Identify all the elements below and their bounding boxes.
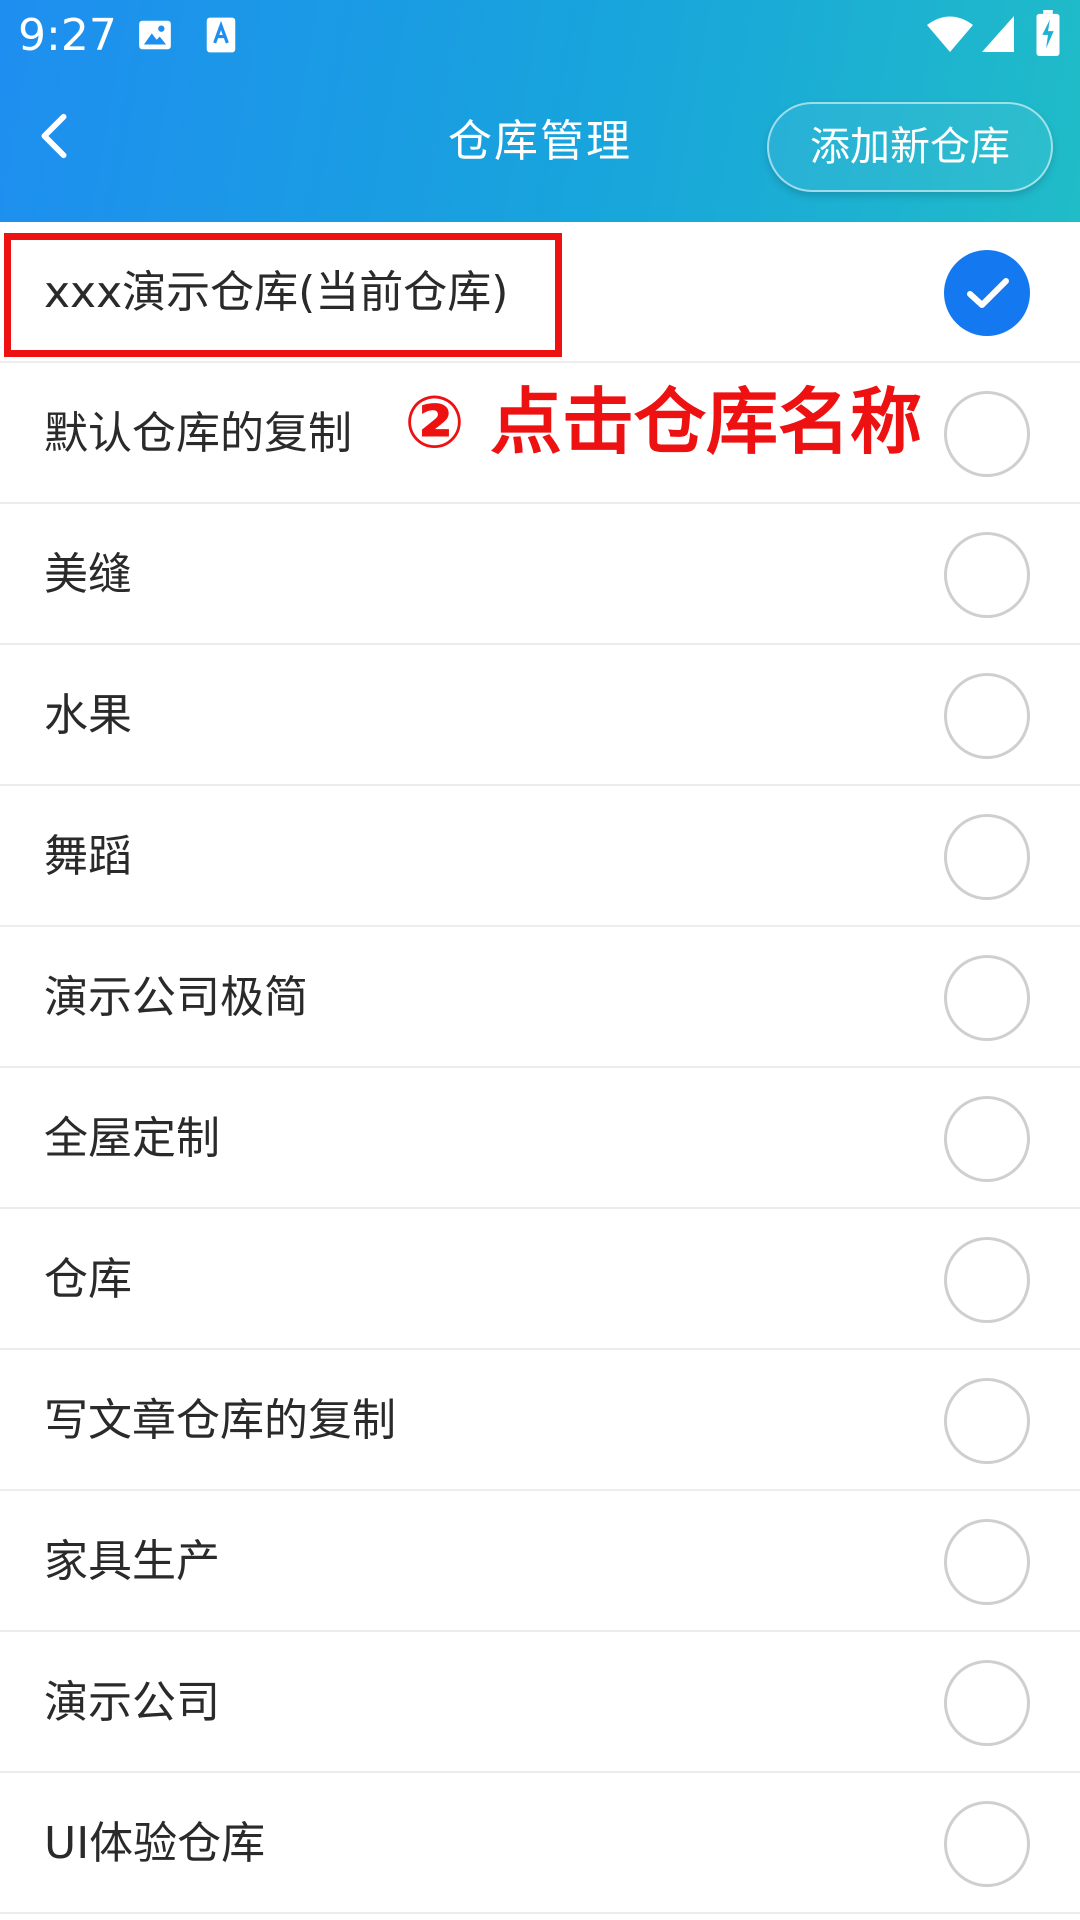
warehouse-name[interactable]: 舞蹈: [44, 786, 132, 927]
warehouse-item[interactable]: 默认仓库的复制: [0, 363, 1080, 504]
warehouse-item[interactable]: 美缝: [0, 504, 1080, 645]
radio-unchecked[interactable]: [944, 1237, 1030, 1323]
warehouse-item[interactable]: 演示公司极简: [0, 927, 1080, 1068]
app-header: 9:27 仓库管理 添加新仓库: [0, 0, 1080, 222]
status-bar: 9:27: [0, 0, 1080, 72]
radio-unchecked[interactable]: [944, 955, 1030, 1041]
radio-unchecked[interactable]: [944, 391, 1030, 477]
battery-charging-icon: [1036, 10, 1060, 60]
radio-unchecked[interactable]: [944, 1801, 1030, 1887]
warehouse-list: xxx演示仓库(当前仓库) 默认仓库的复制 美缝 水果 舞蹈 演示公司极简 全屋定制 仓库 写文…: [0, 222, 1080, 1914]
warehouse-name[interactable]: UI体验仓库: [44, 1773, 265, 1914]
radio-unchecked[interactable]: [944, 532, 1030, 618]
warehouse-item[interactable]: UI体验仓库: [0, 1773, 1080, 1914]
radio-unchecked[interactable]: [944, 1519, 1030, 1605]
signal-icon: [980, 14, 1016, 58]
warehouse-name[interactable]: 演示公司: [44, 1632, 220, 1773]
radio-unchecked[interactable]: [944, 1378, 1030, 1464]
font-a-icon: [204, 16, 238, 58]
warehouse-name[interactable]: 全屋定制: [44, 1068, 220, 1209]
warehouse-item[interactable]: 仓库: [0, 1209, 1080, 1350]
warehouse-name[interactable]: 默认仓库的复制: [44, 363, 352, 504]
warehouse-name[interactable]: 写文章仓库的复制: [44, 1350, 396, 1491]
image-icon: [136, 16, 174, 58]
warehouse-name[interactable]: xxx演示仓库(当前仓库): [44, 222, 508, 363]
radio-unchecked[interactable]: [944, 814, 1030, 900]
warehouse-name[interactable]: 水果: [44, 645, 132, 786]
radio-unchecked[interactable]: [944, 1660, 1030, 1746]
radio-unchecked[interactable]: [944, 673, 1030, 759]
warehouse-item[interactable]: 家具生产: [0, 1491, 1080, 1632]
add-warehouse-button[interactable]: 添加新仓库: [767, 102, 1053, 192]
status-time: 9:27: [18, 10, 117, 61]
warehouse-name[interactable]: 美缝: [44, 504, 132, 645]
warehouse-name[interactable]: 仓库: [44, 1209, 132, 1350]
radio-unchecked[interactable]: [944, 1096, 1030, 1182]
warehouse-name[interactable]: 家具生产: [44, 1491, 220, 1632]
warehouse-item[interactable]: 写文章仓库的复制: [0, 1350, 1080, 1491]
warehouse-name[interactable]: 演示公司极简: [44, 927, 308, 1068]
toolbar: 仓库管理 添加新仓库: [0, 72, 1080, 222]
radio-checked[interactable]: [944, 250, 1030, 336]
warehouse-item[interactable]: 全屋定制: [0, 1068, 1080, 1209]
check-icon: [967, 278, 1009, 308]
warehouse-item[interactable]: xxx演示仓库(当前仓库): [0, 222, 1080, 363]
warehouse-item[interactable]: 演示公司: [0, 1632, 1080, 1773]
warehouse-item[interactable]: 水果: [0, 645, 1080, 786]
wifi-icon: [926, 14, 974, 58]
warehouse-item[interactable]: 舞蹈: [0, 786, 1080, 927]
